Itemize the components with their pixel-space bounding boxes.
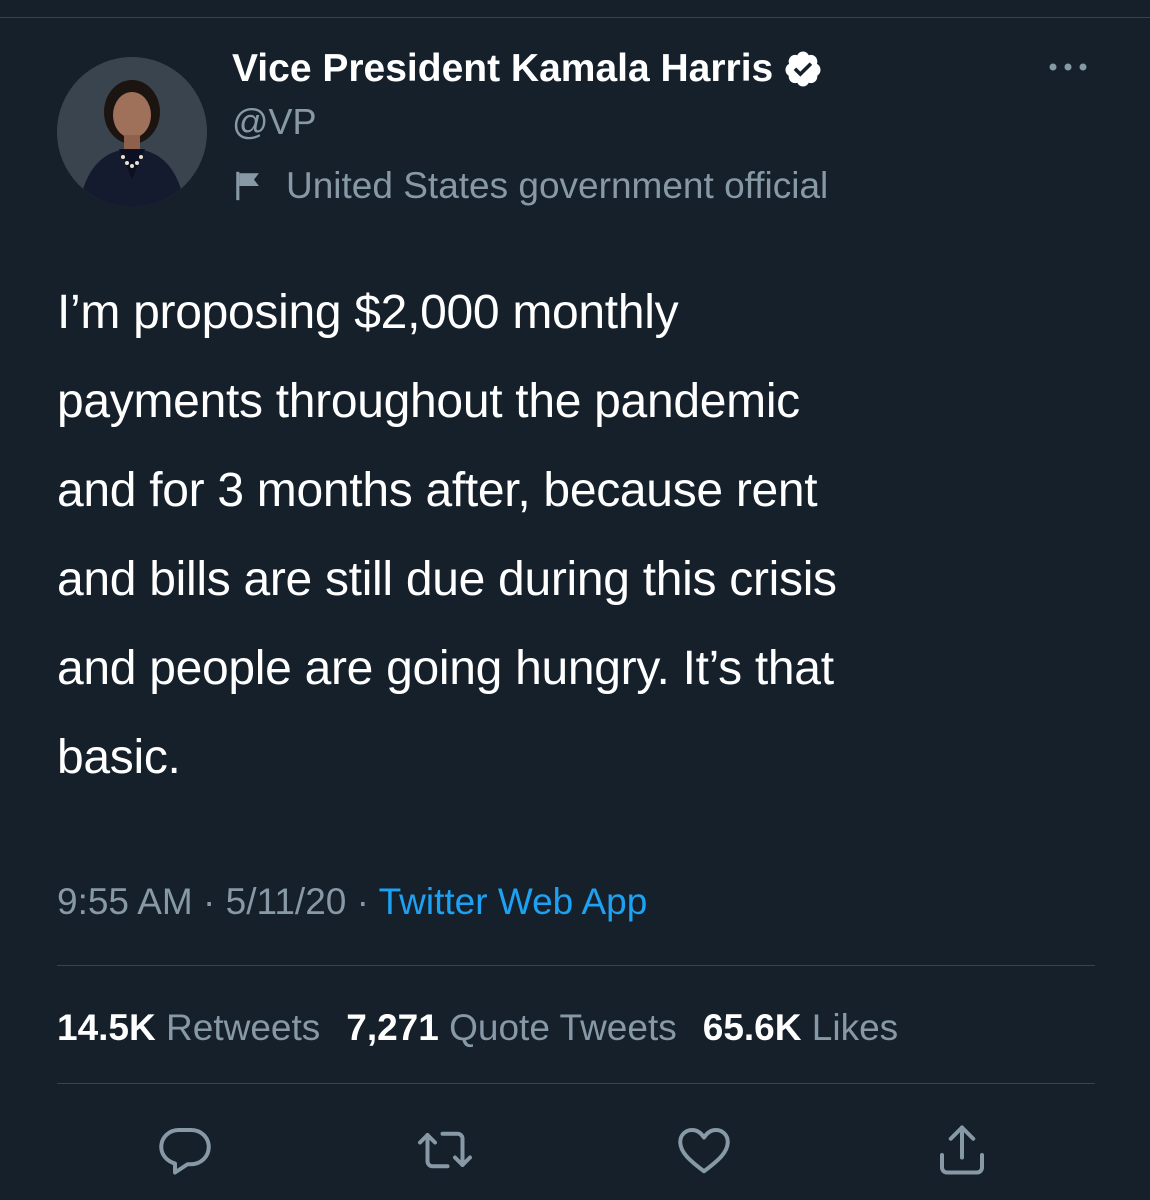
author-display-name[interactable]: Vice President Kamala Harris	[232, 44, 773, 94]
verified-badge-icon	[783, 49, 823, 89]
author-handle[interactable]: @VP	[232, 100, 317, 144]
tweet-meta: 9:55 AM · 5/11/20 · Twitter Web App	[57, 872, 647, 932]
more-options-icon[interactable]	[1042, 54, 1094, 80]
tweet-source-link[interactable]: Twitter Web App	[379, 881, 648, 922]
top-divider	[0, 17, 1150, 18]
retweet-icon[interactable]	[415, 1120, 475, 1180]
tweet-actions	[0, 1110, 1150, 1190]
retweets-stat[interactable]: 14.5K Retweets	[57, 998, 320, 1058]
account-label: United States government official	[232, 162, 828, 210]
share-icon[interactable]	[932, 1120, 992, 1180]
tweet-date[interactable]: 5/11/20	[226, 881, 347, 922]
tweet-text: I’m proposing $2,000 monthly payments th…	[57, 286, 837, 784]
retweets-label: Retweets	[166, 1007, 321, 1048]
account-label-text: United States government official	[286, 165, 829, 206]
divider	[57, 1083, 1095, 1084]
tweet-time[interactable]: 9:55 AM	[57, 881, 193, 922]
likes-stat[interactable]: 65.6K Likes	[703, 998, 898, 1058]
avatar-image	[57, 57, 207, 207]
quote-tweets-stat[interactable]: 7,271 Quote Tweets	[346, 998, 677, 1058]
tweet-stats: 14.5K Retweets 7,271 Quote Tweets 65.6K …	[57, 998, 924, 1058]
avatar[interactable]	[57, 57, 207, 207]
likes-count: 65.6K	[702, 1007, 802, 1048]
author-name-row[interactable]: Vice President Kamala Harris	[232, 44, 823, 94]
meta-separator: ·	[203, 881, 226, 922]
reply-icon[interactable]	[155, 1120, 215, 1180]
quote-tweets-count: 7,271	[346, 1007, 439, 1048]
flag-icon	[232, 169, 266, 203]
quote-tweets-label: Quote Tweets	[449, 1007, 677, 1048]
retweets-count: 14.5K	[57, 1007, 156, 1048]
like-icon[interactable]	[674, 1120, 734, 1180]
likes-label: Likes	[811, 1007, 899, 1048]
divider	[57, 965, 1095, 966]
meta-separator: ·	[356, 881, 379, 922]
